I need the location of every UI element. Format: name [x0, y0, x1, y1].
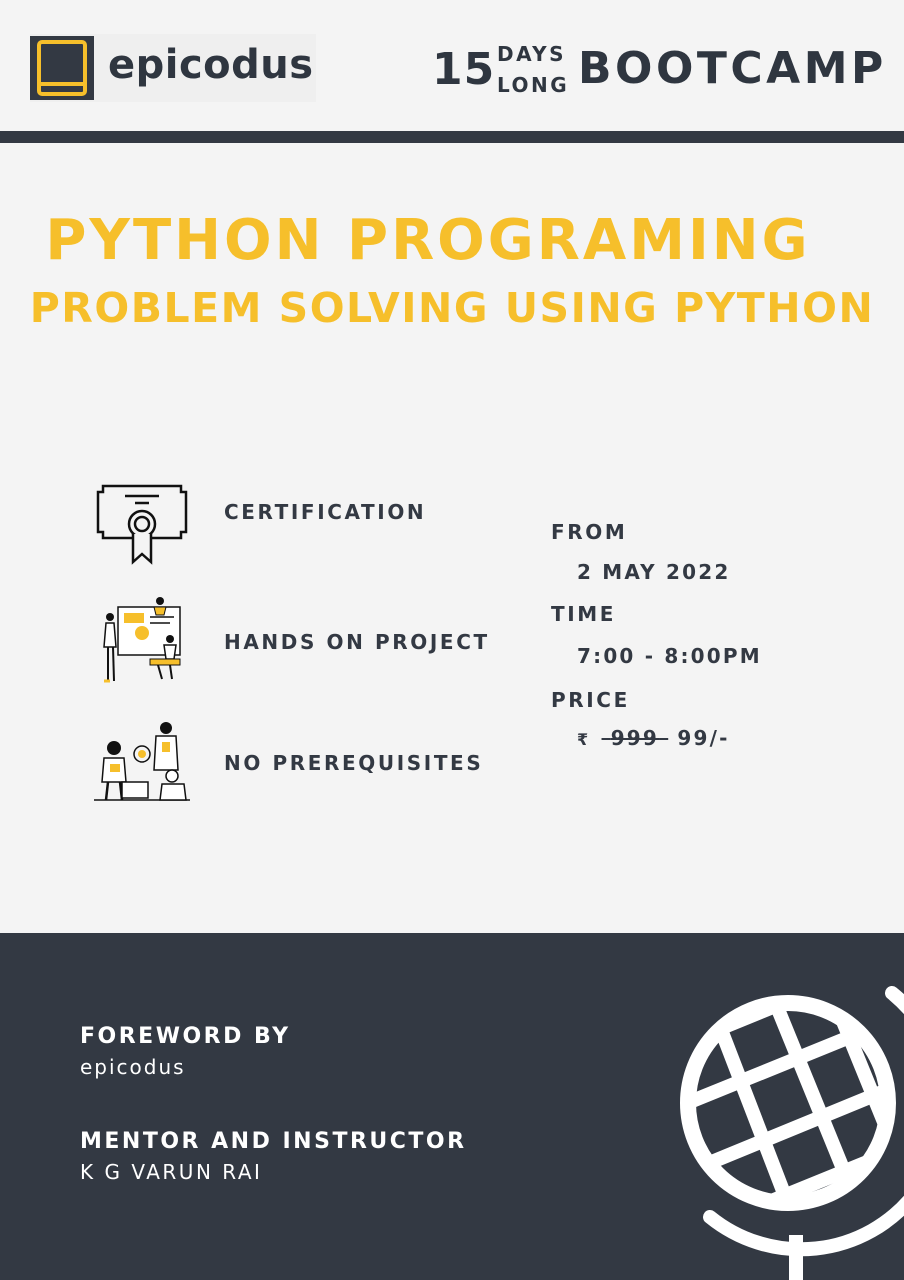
from-value: 2 MAY 2022 — [577, 560, 731, 584]
long-word: LONG — [497, 73, 570, 97]
feature-hands-on-project: HANDS ON PROJECT — [224, 630, 490, 654]
price-label: PRICE — [551, 688, 630, 712]
team-illustration — [94, 722, 190, 801]
globe-icon — [680, 986, 904, 1280]
feature-no-prerequisites: NO PREREQUISITES — [224, 751, 484, 775]
book-icon — [30, 36, 94, 100]
mentor-value: K G VARUN RAI — [80, 1160, 263, 1184]
certificate-icon — [96, 484, 188, 565]
foreword-value: epicodus — [80, 1055, 186, 1079]
bootcamp-title: BOOTCAMP — [578, 43, 887, 94]
project-illustration — [103, 597, 181, 683]
from-label: FROM — [551, 520, 628, 544]
main-title: PYTHON PROGRAMING — [45, 208, 811, 273]
feature-certification: CERTIFICATION — [224, 500, 427, 524]
time-label: TIME — [551, 602, 617, 626]
time-value: 7:00 - 8:00PM — [577, 644, 762, 668]
logo-text: epicodus — [108, 42, 314, 88]
header-divider — [0, 131, 904, 143]
mentor-label: MENTOR AND INSTRUCTOR — [80, 1129, 467, 1154]
days-number: 15 — [432, 44, 496, 95]
foreword-label: FOREWORD BY — [80, 1024, 291, 1049]
old-price: 999 — [602, 726, 669, 750]
sub-title: PROBLEM SOLVING USING PYTHON — [29, 284, 875, 332]
old-price-amount: 999 — [610, 726, 660, 750]
new-price: 99/- — [677, 726, 730, 750]
days-word: DAYS — [497, 42, 567, 66]
currency-symbol: ₹ — [577, 730, 591, 749]
price-value: ₹ 999 99/- — [577, 726, 730, 750]
